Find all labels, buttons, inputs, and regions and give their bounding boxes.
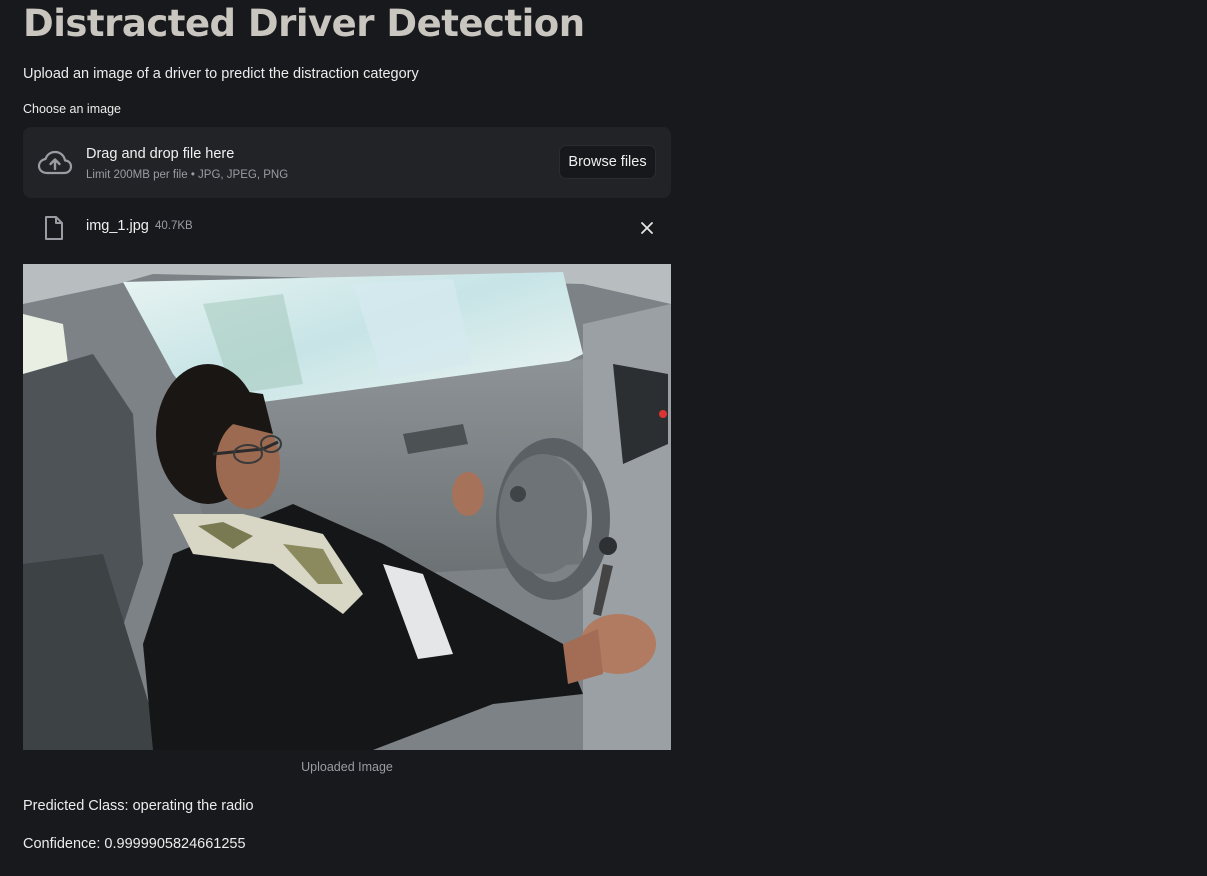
- close-icon: [635, 222, 659, 243]
- predicted-class-label: Predicted Class:: [23, 798, 129, 814]
- remove-file-button[interactable]: [635, 216, 659, 240]
- prediction-confidence: Confidence: 0.9999905824661255: [23, 836, 246, 852]
- uploaded-file-row: img_1.jpg 40.7KB: [23, 210, 671, 246]
- uploaded-file-size: 40.7KB: [155, 220, 193, 232]
- page-subtitle: Upload an image of a driver to predict t…: [23, 66, 419, 82]
- confidence-value: 0.9999905824661255: [104, 836, 246, 852]
- predicted-class: Predicted Class: operating the radio: [23, 798, 254, 814]
- uploaded-file-name: img_1.jpg: [86, 218, 149, 234]
- image-caption: Uploaded Image: [301, 760, 393, 774]
- dropzone-limit-text: Limit 200MB per file • JPG, JPEG, PNG: [86, 169, 289, 181]
- file-dropzone[interactable]: Drag and drop file here Limit 200MB per …: [23, 127, 671, 198]
- uploader-label: Choose an image: [23, 102, 121, 116]
- page-title: Distracted Driver Detection: [23, 2, 585, 45]
- file-icon: [43, 215, 65, 241]
- confidence-label: Confidence:: [23, 836, 101, 852]
- uploaded-image: [23, 264, 671, 750]
- cloud-upload-icon: [37, 149, 73, 177]
- browse-files-button[interactable]: Browse files: [559, 145, 656, 179]
- predicted-class-value: operating the radio: [132, 798, 254, 814]
- dropzone-title: Drag and drop file here: [86, 146, 235, 162]
